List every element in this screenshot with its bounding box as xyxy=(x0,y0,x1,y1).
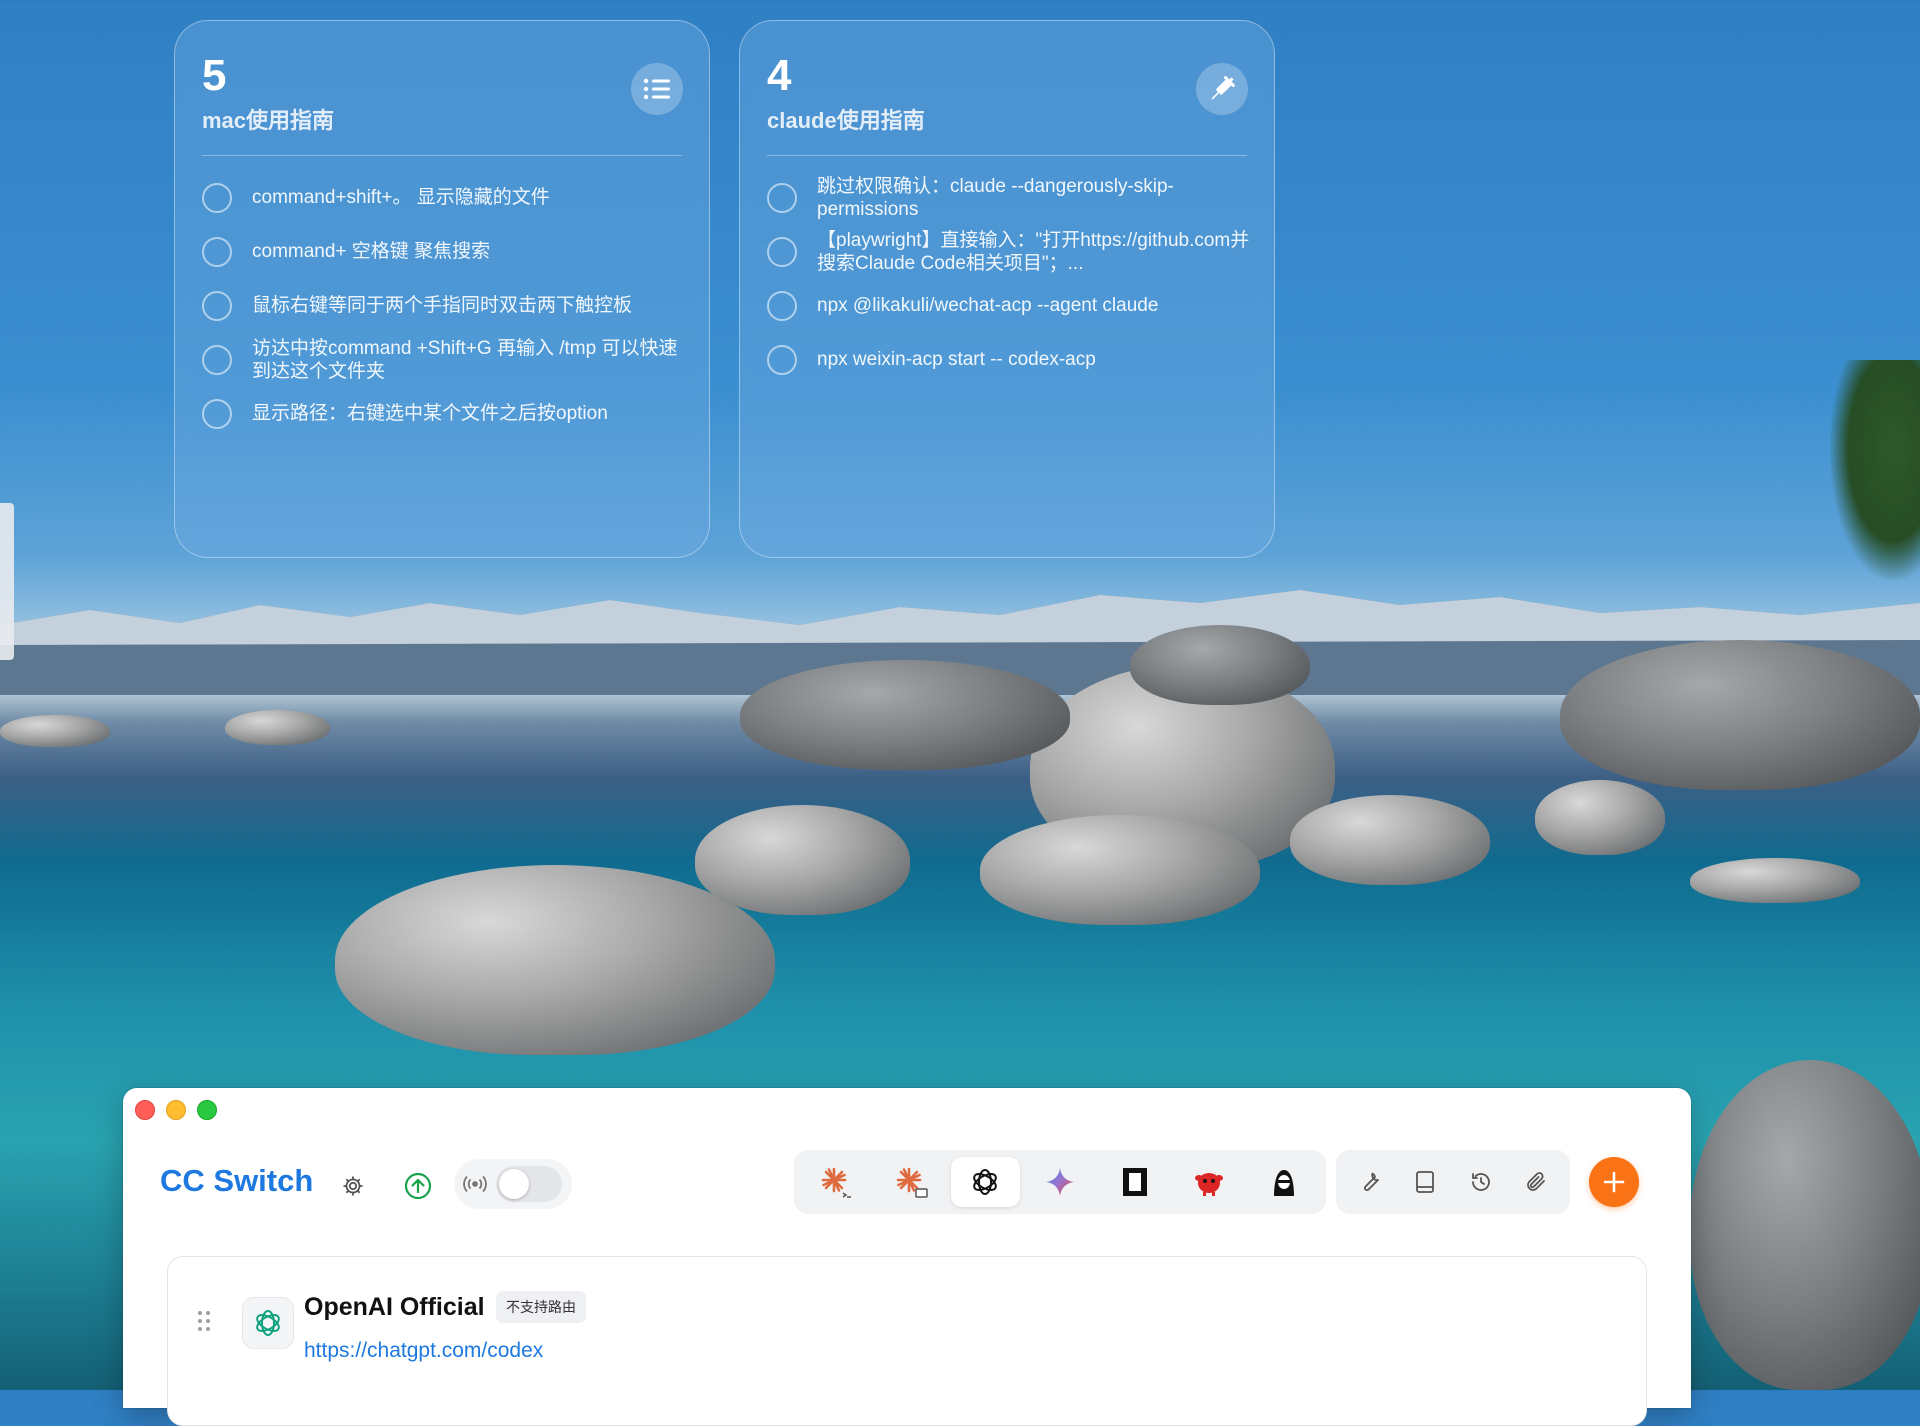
rock xyxy=(225,710,330,745)
widget-mac-guide[interactable]: 5 mac使用指南 command+shift+。 显示隐藏的文件 comman… xyxy=(174,20,710,558)
rock xyxy=(1560,640,1920,790)
list-item[interactable]: npx @likakuli/wechat-acp --agent claude xyxy=(767,279,1252,332)
checkbox-circle[interactable] xyxy=(202,344,232,375)
item-text: command+shift+。 显示隐藏的文件 xyxy=(252,187,550,208)
checkbox-circle[interactable] xyxy=(202,290,232,321)
list-icon[interactable] xyxy=(631,63,683,115)
broadcast-icon xyxy=(458,1167,492,1201)
list-item[interactable]: 跳过权限确认：claude --dangerously-skip-permiss… xyxy=(767,171,1252,224)
list-item[interactable]: command+ 空格键 聚焦搜索 xyxy=(202,225,687,278)
list-item[interactable]: command+shift+。 显示隐藏的文件 xyxy=(202,171,687,224)
checkbox-circle[interactable] xyxy=(767,182,797,213)
item-text: command+ 空格键 聚焦搜索 xyxy=(252,241,491,262)
item-text: npx weixin-acp start -- codex-acp xyxy=(817,349,1096,370)
reminder-list: 跳过权限确认：claude --dangerously-skip-permiss… xyxy=(767,171,1252,387)
utility-toolbar xyxy=(1336,1150,1570,1214)
item-text: 显示路径：右键选中某个文件之后按option xyxy=(252,403,608,424)
toggle-knob xyxy=(499,1169,529,1199)
rock xyxy=(0,715,110,747)
cc-switch-window: CC Switch OpenAI Official 不支持路由 https://… xyxy=(123,1088,1691,1426)
syringe-icon[interactable] xyxy=(1196,63,1248,115)
red-mascot-icon[interactable] xyxy=(1175,1157,1244,1207)
list-item[interactable]: npx weixin-acp start -- codex-acp xyxy=(767,333,1252,386)
pine-tree xyxy=(1830,360,1920,580)
divider xyxy=(767,155,1247,156)
widget-title: mac使用指南 xyxy=(202,108,335,133)
rock xyxy=(740,660,1070,770)
app-title: CC Switch xyxy=(160,1163,314,1198)
wrench-icon[interactable] xyxy=(1347,1159,1393,1205)
checkbox-circle[interactable] xyxy=(202,398,232,429)
item-text: 鼠标右键等同于两个手指同时双击两下触控板 xyxy=(252,295,633,316)
widget-count: 4 xyxy=(767,51,792,100)
hacker-icon[interactable] xyxy=(1249,1157,1318,1207)
item-text: npx @likakuli/wechat-acp --agent claude xyxy=(817,295,1159,316)
drag-handle-icon[interactable] xyxy=(196,1309,212,1333)
provider-name: OpenAI Official xyxy=(304,1293,485,1321)
divider xyxy=(202,155,682,156)
opencode-icon[interactable] xyxy=(1100,1157,1169,1207)
rock xyxy=(335,865,775,1055)
widget-count: 5 xyxy=(202,51,227,100)
checkbox-circle[interactable] xyxy=(202,182,232,213)
checkbox-circle[interactable] xyxy=(767,236,797,267)
list-item[interactable]: 鼠标右键等同于两个手指同时双击两下触控板 xyxy=(202,279,687,332)
widget-title: claude使用指南 xyxy=(767,108,925,133)
add-provider-button[interactable] xyxy=(1589,1157,1639,1207)
checkbox-circle[interactable] xyxy=(767,344,797,375)
gemini-icon[interactable] xyxy=(1026,1157,1095,1207)
history-icon[interactable] xyxy=(1458,1159,1504,1205)
minimize-button[interactable] xyxy=(166,1100,186,1120)
app-switcher xyxy=(794,1150,1326,1214)
claude-code-icon[interactable] xyxy=(802,1157,871,1207)
rock xyxy=(1690,858,1860,903)
rock xyxy=(695,805,910,915)
list-item[interactable]: 【playwright】直接输入："打开https://github.com并搜… xyxy=(767,225,1252,278)
item-text: 访达中按command +Shift+G 再输入 /tmp 可以快速到达这个文件… xyxy=(252,337,678,382)
paperclip-icon[interactable] xyxy=(1513,1159,1559,1205)
rock xyxy=(980,815,1260,925)
openai-logo-icon xyxy=(242,1297,294,1349)
rock xyxy=(1535,780,1665,855)
book-icon[interactable] xyxy=(1402,1159,1448,1205)
item-text: 跳过权限确认：claude --dangerously-skip-permiss… xyxy=(817,175,1174,220)
rock xyxy=(1690,1060,1920,1390)
proxy-toggle-group xyxy=(454,1159,572,1209)
proxy-toggle[interactable] xyxy=(496,1166,562,1202)
checkbox-circle[interactable] xyxy=(202,236,232,267)
rock xyxy=(1290,795,1490,885)
claude-desktop-icon[interactable] xyxy=(877,1157,946,1207)
list-item[interactable]: 显示路径：右键选中某个文件之后按option xyxy=(202,387,687,440)
gear-icon[interactable] xyxy=(335,1168,371,1204)
window-controls xyxy=(135,1100,217,1120)
openai-icon[interactable] xyxy=(951,1157,1020,1207)
zoom-button[interactable] xyxy=(197,1100,217,1120)
plus-icon xyxy=(1603,1171,1625,1193)
list-item[interactable]: 访达中按command +Shift+G 再输入 /tmp 可以快速到达这个文件… xyxy=(202,333,687,386)
close-button[interactable] xyxy=(135,1100,155,1120)
reminder-list: command+shift+。 显示隐藏的文件 command+ 空格键 聚焦搜… xyxy=(202,171,687,441)
widget-claude-guide[interactable]: 4 claude使用指南 跳过权限确认：claude --dangerously… xyxy=(739,20,1275,558)
provider-card[interactable]: OpenAI Official 不支持路由 https://chatgpt.co… xyxy=(167,1256,1647,1426)
checkbox-circle[interactable] xyxy=(767,290,797,321)
provider-url-link[interactable]: https://chatgpt.com/codex xyxy=(304,1339,543,1363)
routing-badge: 不支持路由 xyxy=(496,1291,586,1323)
rock xyxy=(1130,625,1310,705)
window-edge xyxy=(0,503,14,660)
update-icon[interactable] xyxy=(399,1167,437,1205)
item-text: 【playwright】直接输入："打开https://github.com并搜… xyxy=(817,229,1250,274)
